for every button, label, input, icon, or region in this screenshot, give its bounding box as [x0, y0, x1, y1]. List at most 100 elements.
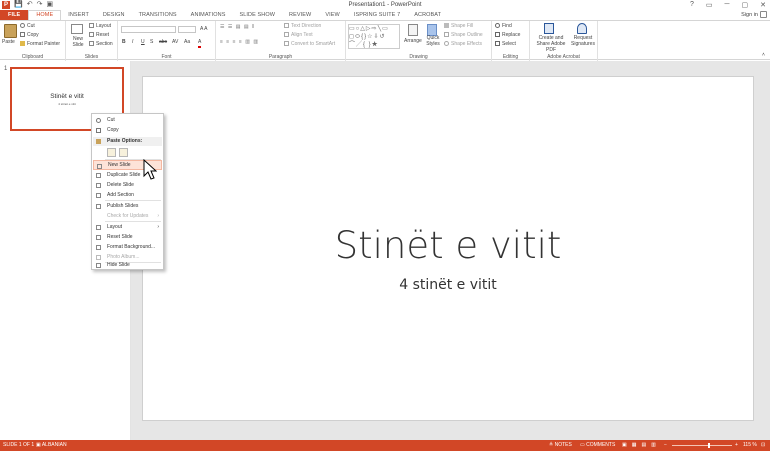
- italic-button[interactable]: I: [132, 39, 133, 46]
- shape-fill-button[interactable]: Shape Fill: [444, 23, 473, 30]
- shape-effects-icon: [444, 41, 449, 47]
- font-name-combo[interactable]: [121, 26, 176, 33]
- change-case-button[interactable]: Aa: [184, 39, 190, 46]
- quick-styles-button[interactable]: Quick Styles: [426, 35, 440, 47]
- grow-font-icon[interactable]: A A: [200, 26, 208, 33]
- ribbon-display-icon[interactable]: ▭: [706, 1, 713, 9]
- paste-use-destination-theme-icon[interactable]: [107, 148, 116, 157]
- shadow-button[interactable]: S: [150, 39, 153, 46]
- paragraph-label: Paragraph: [268, 54, 293, 60]
- format-painter-label: Format Painter: [27, 41, 61, 47]
- reset-button[interactable]: Reset: [89, 32, 109, 39]
- zoom-slider[interactable]: [672, 445, 732, 446]
- sign-in-link[interactable]: Sign in: [741, 12, 758, 18]
- menu-item-cut[interactable]: Cut: [93, 115, 162, 125]
- shapes-gallery[interactable]: ▭○△▷⇨╲▭ ◻⬭{}☆⇩↺ ⌒╱{ }★: [348, 24, 400, 49]
- menu-item-hide-slide[interactable]: Hide Slide: [93, 260, 162, 270]
- replace-button[interactable]: Replace: [495, 32, 520, 39]
- slide-number: 1: [4, 66, 8, 72]
- select-button[interactable]: Select: [495, 41, 516, 48]
- create-pdf-icon[interactable]: [544, 23, 554, 34]
- convert-smartart-label: Convert to SmartArt: [291, 41, 336, 47]
- shape-outline-label: Shape Outline: [451, 32, 483, 38]
- maximize-icon[interactable]: ▢: [742, 1, 749, 9]
- layout-button[interactable]: Layout: [89, 23, 111, 30]
- menu-item-format-background[interactable]: Format Background...: [93, 242, 162, 252]
- reset-icon: [89, 32, 94, 38]
- shape-effects-button[interactable]: Shape Effects: [444, 41, 482, 48]
- thumbnail-subtitle: 4 stinët e vitit: [58, 102, 76, 106]
- section-button[interactable]: Section: [89, 41, 113, 48]
- close-icon[interactable]: ✕: [760, 1, 766, 9]
- cut-button[interactable]: Cut: [20, 23, 35, 30]
- underline-button[interactable]: U: [141, 39, 145, 46]
- language-indicator[interactable]: ▣ ALBANIAN: [36, 440, 67, 451]
- acrobat-label: Adobe Acrobat: [547, 54, 580, 60]
- align-text-icon: [284, 32, 289, 38]
- reset-label: Reset: [96, 32, 110, 38]
- comments-button[interactable]: ▭ COMMENTS: [580, 440, 615, 451]
- slide-subtitle[interactable]: 4 stinët e vitit: [143, 277, 753, 293]
- find-button[interactable]: Find: [495, 23, 512, 30]
- cut-label: Cut: [27, 23, 35, 29]
- new-slide-button[interactable]: New Slide: [68, 36, 88, 48]
- ribbon: Paste Cut Copy Format Painter Clipboard …: [0, 20, 770, 61]
- minimize-icon[interactable]: ─: [725, 1, 730, 9]
- menu-label: Delete Slide: [107, 182, 134, 188]
- char-spacing-button[interactable]: AV: [172, 39, 178, 46]
- paste-icon[interactable]: [4, 24, 17, 38]
- request-signatures-icon[interactable]: [577, 23, 587, 34]
- font-color-button[interactable]: A: [198, 39, 202, 48]
- copy-label: Copy: [27, 32, 39, 38]
- scissors-icon: [20, 23, 25, 29]
- new-slide-icon[interactable]: [71, 24, 83, 34]
- strikethrough-button[interactable]: abc: [159, 39, 167, 46]
- slides-label: Slides: [84, 54, 99, 60]
- paste-button[interactable]: Paste: [2, 39, 15, 46]
- avatar-icon[interactable]: [760, 11, 767, 18]
- text-direction-icon: [284, 23, 289, 29]
- menu-item-check-updates[interactable]: Check for Updates ›: [93, 211, 162, 221]
- zoom-level[interactable]: 115 %: [743, 440, 757, 451]
- menu-item-add-section[interactable]: Add Section: [93, 190, 162, 200]
- bold-button[interactable]: B: [122, 39, 126, 46]
- convert-smartart-button[interactable]: Convert to SmartArt: [284, 41, 335, 48]
- arrange-icon[interactable]: [408, 24, 418, 36]
- arrange-button[interactable]: Arrange: [404, 38, 422, 45]
- list-buttons[interactable]: ☰ ☰ ▤ ▤ ‖: [220, 24, 255, 31]
- align-buttons[interactable]: ≡ ≡ ≡ ≡ ▥ ▥: [220, 39, 259, 46]
- menu-item-layout[interactable]: Layout ›: [93, 222, 162, 232]
- comments-label: COMMENTS: [586, 442, 616, 448]
- title-bar: P 💾 ↶ ↷ ▣ Presentation1 - PowerPoint ? ▭…: [0, 0, 770, 10]
- menu-label: Paste Options:: [107, 138, 143, 144]
- shape-outline-button[interactable]: Shape Outline: [444, 32, 483, 39]
- menu-item-publish-slides[interactable]: Publish Slides: [93, 201, 162, 211]
- format-painter-button[interactable]: Format Painter: [20, 41, 60, 48]
- menu-label: Copy: [107, 127, 119, 133]
- zoom-out-button[interactable]: −: [664, 440, 667, 451]
- text-direction-button[interactable]: Text Direction: [284, 23, 321, 30]
- create-share-pdf-button[interactable]: Create and Share Adobe PDF: [532, 35, 570, 53]
- paste-picture-icon[interactable]: [119, 148, 128, 157]
- slide-canvas[interactable]: Stinët e vitit 4 stinët e vitit: [142, 76, 754, 421]
- copy-button[interactable]: Copy: [20, 32, 39, 39]
- zoom-in-button[interactable]: +: [735, 440, 738, 451]
- duplicate-icon: [96, 173, 101, 178]
- status-bar: SLIDE 1 OF 1 ▣ ALBANIAN ≜ NOTES ▭ COMMEN…: [0, 440, 770, 451]
- font-size-combo[interactable]: [178, 26, 196, 33]
- view-buttons[interactable]: ▣▦▤▥: [622, 440, 661, 451]
- fit-slide-icon[interactable]: ⊡: [761, 440, 765, 451]
- zoom-slider-thumb[interactable]: [708, 443, 710, 448]
- help-icon[interactable]: ?: [690, 1, 694, 9]
- menu-item-reset-slide[interactable]: Reset Slide: [93, 232, 162, 242]
- request-signatures-button[interactable]: Request Signatures: [570, 35, 596, 47]
- delete-slide-icon: [96, 183, 101, 188]
- collapse-ribbon-icon[interactable]: ˄: [762, 52, 765, 59]
- menu-item-delete-slide[interactable]: Delete Slide: [93, 180, 162, 190]
- menu-item-copy[interactable]: Copy: [93, 125, 162, 135]
- menu-label: Reset Slide: [107, 234, 133, 240]
- editing-group: Find Replace Select Editing: [492, 21, 530, 61]
- notes-button[interactable]: ≜ NOTES: [549, 440, 572, 451]
- align-text-button[interactable]: Align Text: [284, 32, 313, 39]
- slide-title[interactable]: Stinët e vitit: [143, 224, 753, 267]
